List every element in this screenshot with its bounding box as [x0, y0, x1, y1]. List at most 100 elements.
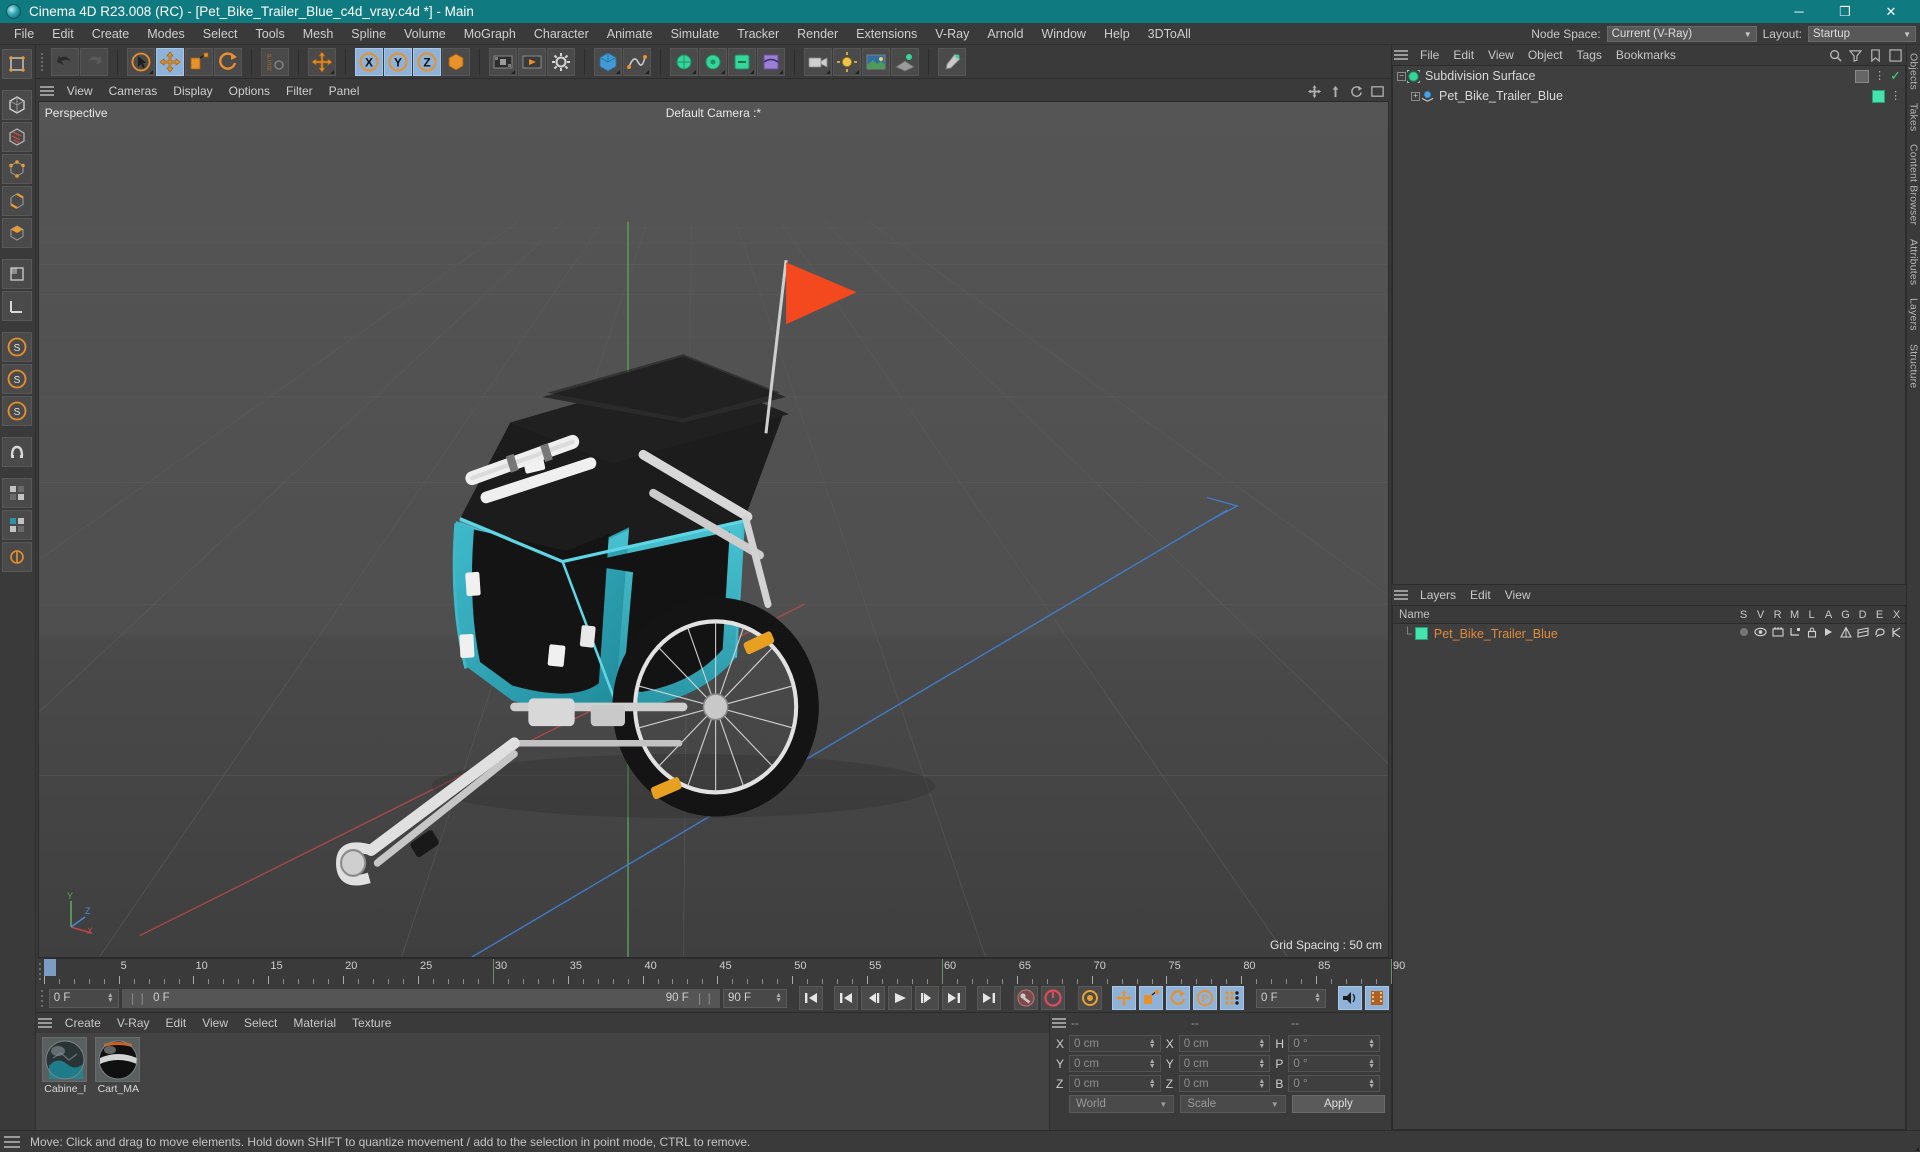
viewport-menu-cameras[interactable]: Cameras	[101, 84, 166, 98]
maximize-viewport-icon[interactable]	[1370, 84, 1385, 99]
stepper-icon[interactable]: ▲ ▼	[1252, 1038, 1265, 1050]
rail-tab-layers[interactable]: Layers	[1908, 298, 1920, 331]
stepper-icon[interactable]: ▲ ▼	[1143, 1038, 1156, 1050]
psr-icon[interactable]: PSR	[260, 47, 289, 76]
menu-item-mograph[interactable]: MoGraph	[455, 23, 525, 45]
paint-brush-icon[interactable]	[937, 47, 966, 76]
rotate-viewport-icon[interactable]	[1349, 84, 1364, 99]
object-tree[interactable]: − Subdivision Surface ⋮ ✓ + Pet_Bike_Tra…	[1392, 65, 1907, 585]
rail-tab-objects[interactable]: Objects	[1908, 53, 1920, 90]
material-menu-hamburger-icon[interactable]	[36, 1016, 54, 1030]
menu-item-window[interactable]: Window	[1032, 23, 1094, 45]
make-editable-icon[interactable]	[2, 49, 33, 79]
timeline-playhead[interactable]	[43, 959, 56, 976]
previous-key-button[interactable]	[834, 986, 859, 1010]
viewport-menu-view[interactable]: View	[59, 84, 101, 98]
scale-tool-icon[interactable]	[184, 47, 213, 76]
lock-y-icon[interactable]: Y	[383, 47, 412, 76]
coordinate-mode-dropdown[interactable]: Scale ▼	[1180, 1095, 1286, 1113]
material-menu-view[interactable]: View	[194, 1016, 236, 1030]
enable-axis-s-icon[interactable]: S	[2, 332, 33, 362]
layer-expression-toggle[interactable]	[1871, 627, 1888, 641]
object-menu-object[interactable]: Object	[1521, 48, 1570, 62]
stepper-icon[interactable]: ▲ ▼	[1252, 1058, 1265, 1070]
add-spline-icon[interactable]	[622, 47, 651, 76]
rotate-tool-icon[interactable]	[213, 47, 242, 76]
node-space-dropdown[interactable]: Current (V-Ray) ▼	[1606, 26, 1757, 42]
layer-render-toggle[interactable]	[1769, 627, 1786, 641]
minimize-button[interactable]: ─	[1776, 0, 1822, 23]
menu-item-arnold[interactable]: Arnold	[978, 23, 1032, 45]
timeline-ruler[interactable]: 051015202530354045505560657075808590	[35, 958, 1405, 984]
menu-item-create[interactable]: Create	[83, 23, 139, 45]
add-array-icon[interactable]	[698, 47, 727, 76]
render-view-icon[interactable]	[488, 47, 517, 76]
rot-p-input[interactable]: 0 ° ▲ ▼	[1288, 1055, 1381, 1072]
add-cube-icon[interactable]	[593, 47, 622, 76]
menu-item-character[interactable]: Character	[525, 23, 598, 45]
points-mode-icon[interactable]	[2, 154, 33, 184]
layer-menu-layers[interactable]: Layers	[1413, 588, 1463, 602]
rail-tab-takes[interactable]: Takes	[1908, 103, 1920, 131]
lock-x-icon[interactable]: X	[354, 47, 383, 76]
material-preview-cabine[interactable]	[41, 1037, 87, 1082]
stepper-icon[interactable]: ▲ ▼	[1308, 992, 1321, 1004]
end-frame-field[interactable]: 90 F ▲ ▼	[723, 988, 788, 1008]
go-to-end-button[interactable]	[977, 986, 1002, 1010]
material-menu-material[interactable]: Material	[285, 1016, 344, 1030]
pos-z-input[interactable]: 0 cm ▲ ▼	[1069, 1075, 1161, 1092]
pos-x-input[interactable]: 0 cm ▲ ▼	[1069, 1035, 1161, 1052]
expand-collapse-icon[interactable]: +	[1411, 91, 1421, 101]
undo-icon[interactable]	[50, 47, 79, 76]
viewport-menu-hamburger-icon[interactable]	[38, 84, 56, 98]
axis-modify-icon[interactable]	[2, 291, 33, 321]
add-scene-icon[interactable]	[727, 47, 756, 76]
frame-range-bar[interactable]: ❘❘ 0 F 90 F ❘❘	[121, 988, 721, 1008]
render-settings-icon[interactable]	[546, 47, 575, 76]
stepper-icon[interactable]: ▲ ▼	[1143, 1058, 1156, 1070]
panel-options-icon[interactable]	[1889, 48, 1902, 62]
object-menu-view[interactable]: View	[1481, 48, 1521, 62]
right-frame-field[interactable]: 0 F ▲ ▼	[1256, 988, 1327, 1008]
layer-animation-toggle[interactable]	[1820, 627, 1837, 641]
viewport-solo-off-icon[interactable]	[2, 478, 33, 508]
world-coordinates-icon[interactable]	[307, 47, 336, 76]
object-row-subdivision-surface[interactable]: − Subdivision Surface ⋮ ✓	[1393, 66, 1905, 86]
move-tool-icon[interactable]	[155, 47, 184, 76]
rot-b-input[interactable]: 0 ° ▲ ▼	[1288, 1075, 1381, 1092]
go-to-start-button[interactable]	[799, 986, 824, 1010]
size-z-input[interactable]: 0 cm ▲ ▼	[1178, 1075, 1271, 1092]
stepper-icon[interactable]: ▲ ▼	[1252, 1078, 1265, 1090]
menu-item-render[interactable]: Render	[788, 23, 847, 45]
viewport-solo-single-icon[interactable]	[2, 510, 33, 540]
menu-item-tools[interactable]: Tools	[247, 23, 294, 45]
object-menu-hamburger-icon[interactable]	[1392, 48, 1410, 62]
material-menu-create[interactable]: Create	[57, 1016, 109, 1030]
viewport-solo-hierarchy-icon[interactable]	[2, 542, 33, 572]
search-icon[interactable]	[1829, 49, 1842, 62]
workplane-icon[interactable]	[2, 259, 33, 289]
redo-icon[interactable]	[79, 47, 108, 76]
next-key-button[interactable]	[942, 986, 967, 1010]
size-x-input[interactable]: 0 cm ▲ ▼	[1178, 1035, 1271, 1052]
rot-h-input[interactable]: 0 ° ▲ ▼	[1288, 1035, 1381, 1052]
layer-xref-toggle[interactable]	[1888, 626, 1905, 641]
magnet-icon[interactable]	[2, 437, 33, 467]
select-tool-icon[interactable]	[126, 47, 155, 76]
layer-visibility-toggle[interactable]	[1752, 627, 1769, 641]
keyframe-settings-button[interactable]	[1078, 986, 1103, 1010]
add-subdivision-surface-icon[interactable]	[669, 47, 698, 76]
menu-item-modes[interactable]: Modes	[138, 23, 194, 45]
material-menu-select[interactable]: Select	[236, 1016, 285, 1030]
layer-lock-toggle[interactable]	[1803, 626, 1820, 641]
stepper-icon[interactable]: ▲ ▼	[769, 992, 782, 1004]
object-row-pet-bike-trailer-blue[interactable]: + Pet_Bike_Trailer_Blue ⋮	[1393, 86, 1905, 106]
visibility-check-icon[interactable]: ✓	[1890, 68, 1901, 84]
menu-item-extensions[interactable]: Extensions	[847, 23, 926, 45]
size-y-input[interactable]: 0 cm ▲ ▼	[1178, 1055, 1271, 1072]
layer-color-swatch[interactable]	[1414, 627, 1428, 640]
position-key-button[interactable]	[1112, 986, 1137, 1010]
object-menu-edit[interactable]: Edit	[1446, 48, 1481, 62]
menu-item-simulate[interactable]: Simulate	[662, 23, 729, 45]
menu-item-animate[interactable]: Animate	[598, 23, 662, 45]
